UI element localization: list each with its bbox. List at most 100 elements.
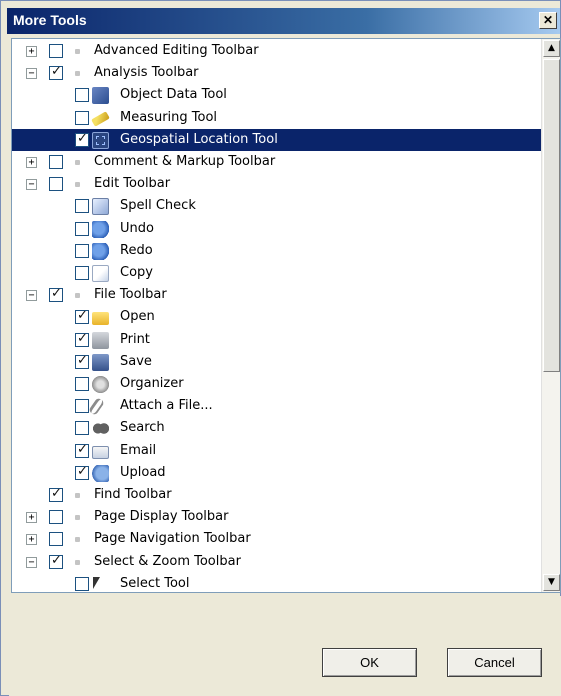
tree-item[interactable]: Upload (12, 462, 541, 484)
tree-item-label: Measuring Tool (120, 109, 218, 125)
tree-item-label: Geospatial Location Tool (118, 131, 280, 148)
tree-item-checkbox[interactable] (75, 442, 89, 458)
tree-item[interactable]: Attach a File... (12, 395, 541, 417)
tree-item-checkbox[interactable] (49, 488, 63, 502)
expand-icon[interactable]: + (26, 157, 37, 168)
tree-item-label: Select Tool (120, 575, 190, 591)
tree-item-checkbox[interactable] (75, 243, 89, 258)
bullet-icon (75, 515, 80, 521)
collapse-icon[interactable]: − (26, 68, 37, 80)
ok-button[interactable]: OK (322, 648, 417, 677)
tree-item[interactable]: + Comment & Markup Toolbar (12, 151, 541, 173)
tree-item-checkbox[interactable] (75, 399, 89, 414)
tree-item-label: Comment & Markup Toolbar (94, 154, 276, 169)
tree-item-label: Redo (120, 242, 153, 258)
copy-icon (92, 265, 109, 282)
tree-item-label: Attach a File... (120, 398, 213, 414)
tree-item-checkbox[interactable] (75, 465, 89, 480)
tree-item[interactable]: + Page Display Toolbar (12, 506, 541, 528)
tree-item-checkbox[interactable] (49, 177, 63, 192)
bullet-icon (75, 182, 80, 188)
tree-item-checkbox[interactable] (49, 510, 63, 525)
tree-item-checkbox[interactable] (75, 576, 89, 591)
checkmark-icon (51, 553, 62, 569)
tree-item[interactable]: Select Tool (12, 573, 541, 592)
tree-item-label: File Toolbar (94, 287, 167, 303)
tree-item-checkbox[interactable] (49, 44, 63, 58)
paperclip-icon (87, 397, 106, 417)
tree-item[interactable]: Print (12, 329, 541, 351)
collapse-icon[interactable]: − (26, 556, 37, 568)
tree-item[interactable]: Organizer (12, 373, 541, 395)
tree-item-checkbox[interactable] (49, 288, 63, 303)
tools-tree: + Advanced Editing Toolbar − Analysis Toolb… (12, 39, 541, 592)
tree-item-label: Spell Check (120, 198, 196, 214)
tree-item-checkbox[interactable] (75, 221, 89, 236)
tree-item-label: Organizer (120, 376, 184, 391)
tree-item[interactable]: Email (12, 440, 541, 462)
tree-item[interactable]: Save (12, 351, 541, 373)
tree-item[interactable]: + Page Navigation Toolbar (12, 528, 541, 550)
tree-item-checkbox[interactable] (49, 155, 63, 169)
tree-item[interactable]: − File Toolbar (12, 284, 541, 306)
tree-item-checkbox[interactable] (75, 199, 89, 214)
tree-item-checkbox[interactable] (75, 331, 89, 347)
tree-item-checkbox[interactable] (75, 110, 89, 125)
printer-icon (92, 331, 109, 349)
close-button[interactable]: ✕ (539, 12, 557, 29)
bullet-icon (75, 559, 80, 565)
expand-icon[interactable]: + (26, 512, 37, 524)
tree-item-label: Undo (120, 220, 154, 236)
title-bar: More Tools ✕ (7, 8, 560, 34)
scrollbar-thumb[interactable] (543, 59, 560, 372)
vertical-scrollbar[interactable]: ▲ ▼ (541, 39, 560, 592)
tree-item[interactable]: Copy (12, 262, 541, 284)
tree-item[interactable]: Geospatial Location Tool (12, 128, 541, 151)
tree-item-checkbox[interactable] (49, 66, 63, 81)
tree-item-label: Print (120, 331, 150, 347)
tree-item-checkbox[interactable] (75, 421, 89, 436)
tree-item[interactable]: Search (12, 417, 541, 439)
tree-item-checkbox[interactable] (75, 354, 89, 369)
tree-item-checkbox[interactable] (75, 310, 89, 325)
tree-item-checkbox[interactable] (75, 266, 89, 280)
tree-item-checkbox[interactable] (49, 553, 63, 569)
tree-item[interactable]: Undo (12, 218, 541, 240)
tree-item[interactable]: Find Toolbar (12, 484, 541, 506)
tree-item[interactable]: Open (12, 306, 541, 328)
checkmark-icon (77, 131, 88, 147)
tree-item[interactable]: Measuring Tool (12, 107, 541, 129)
tree-item[interactable]: + Advanced Editing Toolbar (12, 40, 541, 62)
tree-item[interactable]: Redo (12, 240, 541, 262)
bullet-icon (75, 493, 80, 498)
tree-item-checkbox[interactable] (75, 377, 89, 391)
envelope-icon (92, 445, 109, 459)
tree-item-label: Advanced Editing Toolbar (94, 43, 259, 58)
scroll-up-button[interactable]: ▲ (543, 40, 560, 57)
spell-check-icon (92, 198, 109, 216)
scroll-down-button[interactable]: ▼ (543, 574, 560, 591)
tree-item-checkbox[interactable] (75, 131, 89, 147)
organizer-icon (92, 376, 109, 393)
expand-icon[interactable]: + (26, 46, 37, 57)
tree-item[interactable]: − Select & Zoom Toolbar (12, 551, 541, 573)
tree-item[interactable]: Object Data Tool (12, 84, 541, 106)
tree-item[interactable]: − Analysis Toolbar (12, 62, 541, 84)
tree-item-checkbox[interactable] (75, 88, 89, 103)
redo-icon (92, 242, 109, 260)
folder-icon (92, 312, 109, 326)
upload-icon (92, 464, 109, 482)
cursor-icon (92, 576, 102, 592)
tree-item-label: Edit Toolbar (94, 176, 171, 192)
tree-item[interactable]: Spell Check (12, 195, 541, 217)
expand-icon[interactable]: + (26, 534, 37, 546)
tree-item[interactable]: − Edit Toolbar (12, 173, 541, 195)
tree-item-checkbox[interactable] (49, 532, 63, 547)
cancel-button[interactable]: Cancel (447, 648, 542, 677)
checkmark-icon (77, 442, 88, 458)
binoculars-icon (92, 420, 109, 438)
checkmark-icon (77, 331, 88, 347)
collapse-icon[interactable]: − (26, 179, 37, 191)
collapse-icon[interactable]: − (26, 290, 37, 302)
tree-item-label: Object Data Tool (120, 87, 227, 103)
